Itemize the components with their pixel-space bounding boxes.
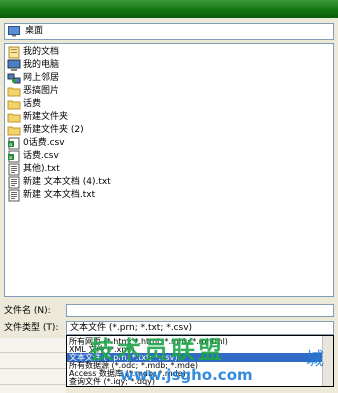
list-item[interactable]: 我的文档: [7, 46, 167, 59]
filename-input[interactable]: [66, 304, 334, 317]
list-item[interactable]: 网上邻居: [7, 72, 167, 85]
list-item-label: 我的电脑: [23, 60, 60, 70]
list-item-label: 其他).txt: [23, 164, 60, 174]
window-titlebar: [0, 0, 338, 18]
desktop-icon: [8, 26, 20, 37]
watermark-url: www.jsgho.com: [120, 366, 253, 384]
list-item-label: 0话费.csv: [23, 138, 65, 148]
list-item[interactable]: a 0话费.csv: [7, 137, 167, 150]
list-item-label: 新建文件夹: [23, 112, 69, 122]
list-item[interactable]: 新建文件夹 (2): [7, 124, 167, 137]
grid-line: [0, 352, 66, 353]
look-in-value: 桌面: [25, 26, 44, 36]
list-item-label: 新建 文本文档.txt: [23, 190, 96, 200]
list-item-label: 网上邻居: [23, 73, 60, 83]
my-computer-icon: [7, 59, 21, 71]
list-item-label: 话费: [23, 99, 42, 109]
list-item-label: 新建文件夹 (2): [23, 125, 84, 135]
folder-icon: [7, 126, 21, 136]
list-item[interactable]: 新建 文本文档.txt: [7, 189, 167, 202]
excel-file-icon: a: [8, 150, 20, 163]
svg-text:a: a: [9, 142, 12, 148]
folder-icon: [7, 100, 21, 110]
list-item-label: 话费.csv: [23, 151, 59, 161]
my-documents-icon: [8, 46, 20, 59]
list-item[interactable]: 话费: [7, 98, 167, 111]
folder-icon: [7, 87, 21, 97]
list-item-label: 我的文档: [23, 47, 60, 57]
list-item[interactable]: 其他).txt: [7, 163, 167, 176]
filename-label: 文件名 (N):: [4, 306, 51, 316]
list-item[interactable]: 新建文件夹: [7, 111, 167, 124]
text-file-icon: [8, 189, 20, 202]
list-item[interactable]: a 话费.csv: [7, 150, 167, 163]
grid-line: [0, 368, 66, 369]
excel-file-icon: a: [8, 137, 20, 150]
folder-icon: [7, 113, 21, 123]
watermark-side: 城: [306, 349, 324, 370]
watermark-title: 技术员联盟: [90, 336, 225, 364]
list-item[interactable]: 恶搞图片: [7, 85, 167, 98]
grid-line: [0, 384, 66, 385]
network-icon: [7, 73, 21, 84]
text-file-icon: [8, 163, 20, 176]
look-in-dropdown[interactable]: 桌面: [4, 23, 334, 40]
background-sheet: [0, 338, 66, 393]
text-file-icon: [8, 176, 20, 189]
list-item[interactable]: 我的电脑: [7, 59, 167, 72]
file-list[interactable]: 我的文档 我的电脑 网上邻居 恶搞图片 话费 新建文件夹 新建文件夹 (2) a…: [4, 43, 334, 297]
list-item-label: 新建 文本文档 (4).txt: [23, 177, 111, 187]
list-item[interactable]: 新建 文本文档 (4).txt: [7, 176, 167, 189]
svg-text:a: a: [9, 155, 12, 161]
filetype-label: 文件类型 (T):: [4, 323, 59, 333]
list-item-label: 恶搞图片: [23, 86, 60, 96]
